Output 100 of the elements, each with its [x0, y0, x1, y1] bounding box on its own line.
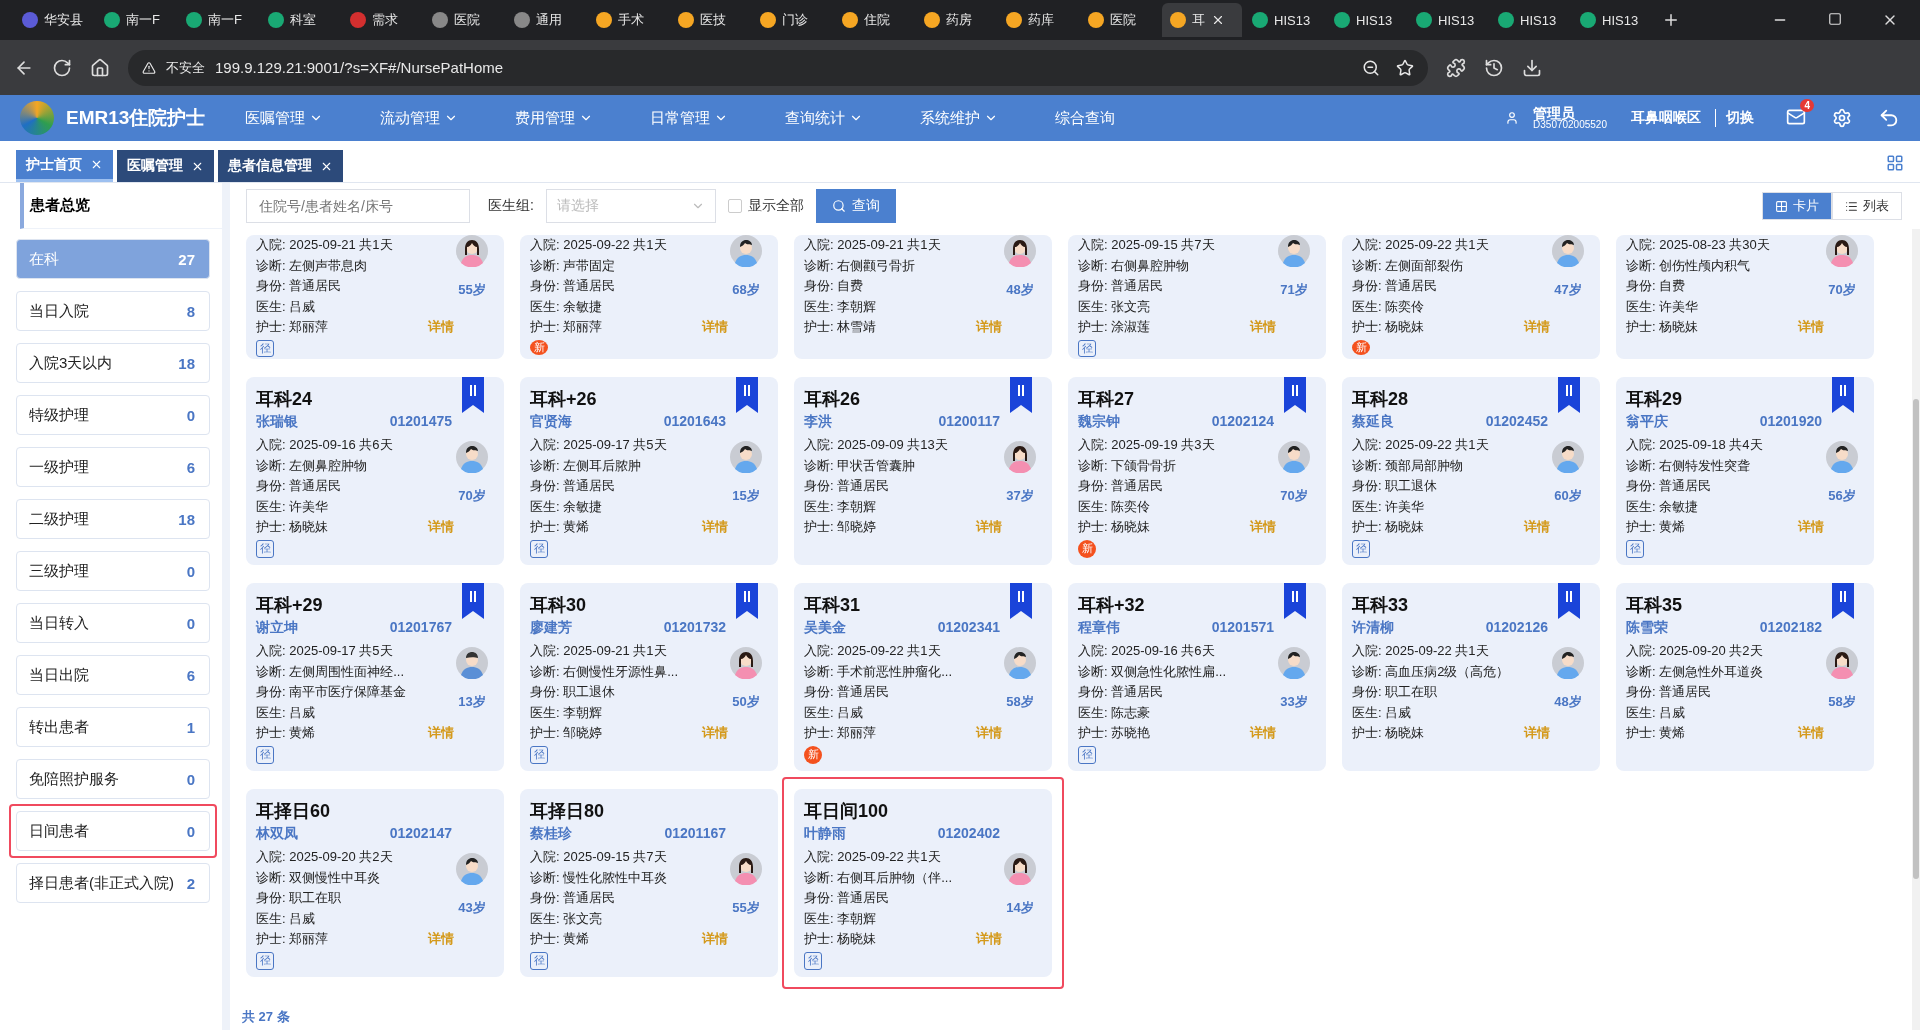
field-text: 身份: 普通居民	[1078, 477, 1164, 495]
menu-item[interactable]: 查询统计	[785, 108, 921, 128]
switch-link[interactable]: 切换	[1715, 109, 1754, 127]
menu-item[interactable]: 费用管理	[515, 108, 651, 128]
patient-card[interactable]: 耳科35 陈雪荣 01202182 入院: 2025-09-20 共2天 诊断: 左侧急性外耳道炎 身份: 普通居民 医生: 吕威 护士: 黄烯 详情 58岁	[1616, 583, 1874, 771]
settings-icon[interactable]	[1832, 108, 1852, 128]
patient-id: 01201571	[1211, 619, 1274, 637]
menu-item[interactable]: 医嘱管理	[245, 108, 381, 128]
view-toggle[interactable]: 列表	[1832, 192, 1902, 220]
sidebar-item[interactable]: 日间患者 0	[16, 811, 210, 851]
browser-tab[interactable]: 耳	[1162, 3, 1242, 37]
browser-tab[interactable]: 华安县	[14, 3, 94, 37]
patient-card[interactable]: 耳科+26 官贤海 01201643 入院: 2025-09-17 共5天 诊断: 左侧耳后脓肿 身份: 普通居民 医生: 余敏捷 护士: 黄烯 详情 15岁 径	[520, 377, 778, 565]
browser-tab[interactable]: HIS13	[1572, 3, 1652, 37]
sidebar-item[interactable]: 一级护理 6	[16, 447, 210, 487]
patient-card[interactable]: 入院: 2025-08-23 共30天 诊断: 创伤性颅内积气 身份: 自费 医生: 许美华 护士: 杨晓妹 详情 70岁	[1616, 235, 1874, 359]
page-tab[interactable]: 护士首页	[16, 150, 113, 182]
patient-card[interactable]: 耳科+29 谢立坤 01201767 入院: 2025-09-17 共5天 诊断: 左侧周围性面神经... 身份: 南平市医疗保障基金 医生: 吕威 护士: 黄烯 详情 13岁 径	[246, 583, 504, 771]
view-toggle[interactable]: 卡片	[1762, 192, 1832, 220]
patient-card[interactable]: 耳科29 翁平庆 01201920 入院: 2025-09-18 共4天 诊断: 右侧特发性突聋 身份: 普通居民 医生: 余敏捷 护士: 黄烯 详情 56岁 径	[1616, 377, 1874, 565]
sidebar-item[interactable]: 特级护理 0	[16, 395, 210, 435]
browser-tab[interactable]: HIS13	[1408, 3, 1488, 37]
browser-tab[interactable]: 南一F	[96, 3, 176, 37]
patient-card[interactable]: 入院: 2025-09-21 共1天 诊断: 右侧颧弓骨折 身份: 自费 医生: 李朝辉 护士: 林雪靖 详情 48岁	[794, 235, 1052, 359]
page-tab[interactable]: 医嘱管理	[117, 150, 214, 182]
patient-card[interactable]: 耳日间100 叶静雨 01202402 入院: 2025-09-22 共1天 诊断: 右侧耳后肿物（伴... 身份: 普通居民 医生: 李朝辉 护士: 杨晓妹 详情 14岁 径	[794, 789, 1052, 977]
new-tab-icon[interactable]	[1662, 11, 1680, 29]
field-text: 入院: 2025-09-22 共1天	[804, 642, 941, 660]
patient-card[interactable]: 耳科+32 程章伟 01201571 入院: 2025-09-16 共6天 诊断: 双侧急性化脓性扁... 身份: 普通居民 医生: 陈志豪 护士: 苏晓艳 详情 33岁 径	[1068, 583, 1326, 771]
sidebar-item[interactable]: 转出患者 1	[16, 707, 210, 747]
sidebar-item[interactable]: 三级护理 0	[16, 551, 210, 591]
scrollbar-thumb[interactable]	[1913, 399, 1919, 879]
grid-icon[interactable]	[1886, 154, 1904, 172]
patient-card[interactable]: 耳择日60 林双凤 01202147 入院: 2025-09-20 共2天 诊断: 双侧慢性中耳炎 身份: 职工在职 医生: 吕威 护士: 郑丽萍 详情 43岁 径	[246, 789, 504, 977]
patient-card[interactable]: 耳科33 许清柳 01202126 入院: 2025-09-22 共1天 诊断: 高血压病2级（高危） 身份: 职工在职 医生: 吕威 护士: 杨晓妹 详情 48岁	[1342, 583, 1600, 771]
browser-tab[interactable]: 需求	[342, 3, 422, 37]
sidebar-item[interactable]: 当日转入 0	[16, 603, 210, 643]
browser-tab[interactable]: 住院	[834, 3, 914, 37]
browser-tab[interactable]: HIS13	[1326, 3, 1406, 37]
menu-item[interactable]: 流动管理	[380, 108, 516, 128]
field-text: 入院: 2025-09-22 共1天	[1352, 236, 1489, 254]
address-bar[interactable]: 不安全 199.9.129.21:9001/?s=XF#/NursePatHome	[128, 49, 1428, 86]
sidebar-item[interactable]: 入院3天以内 18	[16, 343, 210, 383]
query-button[interactable]: 查询	[815, 189, 896, 223]
patient-card[interactable]: 耳科30 廖建芳 01201732 入院: 2025-09-21 共1天 诊断: 右侧慢性牙源性鼻... 身份: 职工退休 医生: 李朝辉 护士: 邹晓婷 详情 50岁 径	[520, 583, 778, 771]
reload-icon[interactable]	[52, 57, 72, 78]
patient-card[interactable]: 入院: 2025-09-21 共1天 诊断: 左侧声带息肉 身份: 普通居民 医生: 吕威 护士: 郑丽萍 详情 55岁 径	[246, 235, 504, 359]
menu-item[interactable]: 系统维护	[920, 108, 1056, 128]
patient-card[interactable]: 耳科31 吴美金 01202341 入院: 2025-09-22 共1天 诊断: 手术前恶性肿瘤化... 身份: 普通居民 医生: 吕威 护士: 郑丽萍 详情 58岁 新	[794, 583, 1052, 771]
patient-card[interactable]: 耳择日80 蔡桂珍 01201167 入院: 2025-09-15 共7天 诊断: 慢性化脓性中耳炎 身份: 普通居民 医生: 张文亮 护士: 黄烯 详情 55岁 径	[520, 789, 778, 977]
sidebar-item[interactable]: 当日入院 8	[16, 291, 210, 331]
field-text: 护士: 郑丽萍	[256, 930, 329, 948]
menu-item[interactable]: 日常管理	[650, 108, 786, 128]
browser-tab[interactable]: 医院	[424, 3, 504, 37]
browser-tab[interactable]: HIS13	[1244, 3, 1324, 37]
patient-card[interactable]: 耳科26 李洪 01200117 入院: 2025-09-09 共13天 诊断: 甲状舌管囊肿 身份: 普通居民 医生: 李朝辉 护士: 邹晓婷 详情 37岁	[794, 377, 1052, 565]
field-text: 医生: 吕威	[256, 297, 316, 316]
page-tab[interactable]: 患者信息管理	[218, 150, 343, 182]
field-text: 入院: 2025-09-19 共3天	[1078, 436, 1215, 454]
browser-tab[interactable]: 手术	[588, 3, 668, 37]
home-icon[interactable]	[90, 57, 110, 78]
bed-number: 耳科33	[1352, 594, 1410, 617]
browser-tab[interactable]: HIS13	[1490, 3, 1570, 37]
extensions-icon[interactable]	[1446, 57, 1466, 78]
sidebar-item[interactable]: 择日患者(非正式入院) 2	[16, 863, 210, 903]
patient-card[interactable]: 耳科27 魏宗钟 01202124 入院: 2025-09-19 共3天 诊断: 下颌骨骨折 身份: 普通居民 医生: 陈奕伶 护士: 杨晓妹 详情 70岁 新	[1068, 377, 1326, 565]
menu-item[interactable]: 综合查询	[1055, 108, 1191, 128]
back-arrow-icon[interactable]	[1878, 107, 1900, 129]
browser-tab[interactable]: 药库	[998, 3, 1078, 37]
browser-tab[interactable]: 南一F	[178, 3, 258, 37]
sidebar-item[interactable]: 免陪照护服务 0	[16, 759, 210, 799]
patient-card[interactable]: 耳科24 张瑞银 01201475 入院: 2025-09-16 共6天 诊断: 左侧鼻腔肿物 身份: 普通居民 医生: 许美华 护士: 杨晓妹 详情 70岁 径	[246, 377, 504, 565]
field-text: 诊断: 高血压病2级（高危）	[1352, 662, 1510, 681]
field-text: 诊断: 左侧急性外耳道炎	[1626, 662, 1764, 681]
maximize-icon[interactable]	[1828, 12, 1842, 26]
field-text: 医生: 陈志豪	[1078, 703, 1151, 722]
patient-card[interactable]: 耳科28 蔡延良 01202452 入院: 2025-09-22 共1天 诊断: 颈部局部肿物 身份: 职工退休 医生: 许美华 护士: 杨晓妹 详情 60岁 径	[1342, 377, 1600, 565]
browser-tab[interactable]: 通用	[506, 3, 586, 37]
history-icon[interactable]	[1484, 57, 1504, 78]
patient-id: 01202402	[937, 825, 1000, 843]
show-all-checkbox[interactable]: 显示全部	[727, 197, 804, 215]
bed-number: 耳择日80	[530, 800, 606, 823]
sidebar-item[interactable]: 当日出院 6	[16, 655, 210, 695]
browser-tab[interactable]: 医技	[670, 3, 750, 37]
patient-card[interactable]: 入院: 2025-09-22 共1天 诊断: 声带固定 身份: 普通居民 医生: 余敏捷 护士: 郑丽萍 详情 68岁 新	[520, 235, 778, 359]
search-field[interactable]: 住院号/患者姓名/床号	[246, 189, 470, 223]
browser-tab[interactable]: 药房	[916, 3, 996, 37]
zoom-out-icon[interactable]	[1362, 58, 1380, 77]
browser-tab[interactable]: 科室	[260, 3, 340, 37]
download-icon[interactable]	[1522, 57, 1542, 78]
patient-card[interactable]: 入院: 2025-09-15 共7天 诊断: 右侧鼻腔肿物 身份: 普通居民 医生: 张文亮 护士: 涂淑莲 详情 71岁 径	[1068, 235, 1326, 359]
close-tab-icon[interactable]	[1211, 13, 1225, 27]
browser-tab[interactable]: 医院	[1080, 3, 1160, 37]
field-text: 身份: 普通居民	[530, 889, 616, 907]
patient-card[interactable]: 入院: 2025-09-22 共1天 诊断: 左侧面部裂伤 身份: 普通居民 医生: 陈奕伶 护士: 杨晓妹 详情 47岁 新	[1342, 235, 1600, 359]
browser-tab[interactable]: 门诊	[752, 3, 832, 37]
sidebar-item[interactable]: 二级护理 18	[16, 499, 210, 539]
site-icon	[678, 12, 694, 28]
close-tab-icon[interactable]	[90, 158, 103, 171]
star-icon[interactable]	[1396, 58, 1414, 77]
